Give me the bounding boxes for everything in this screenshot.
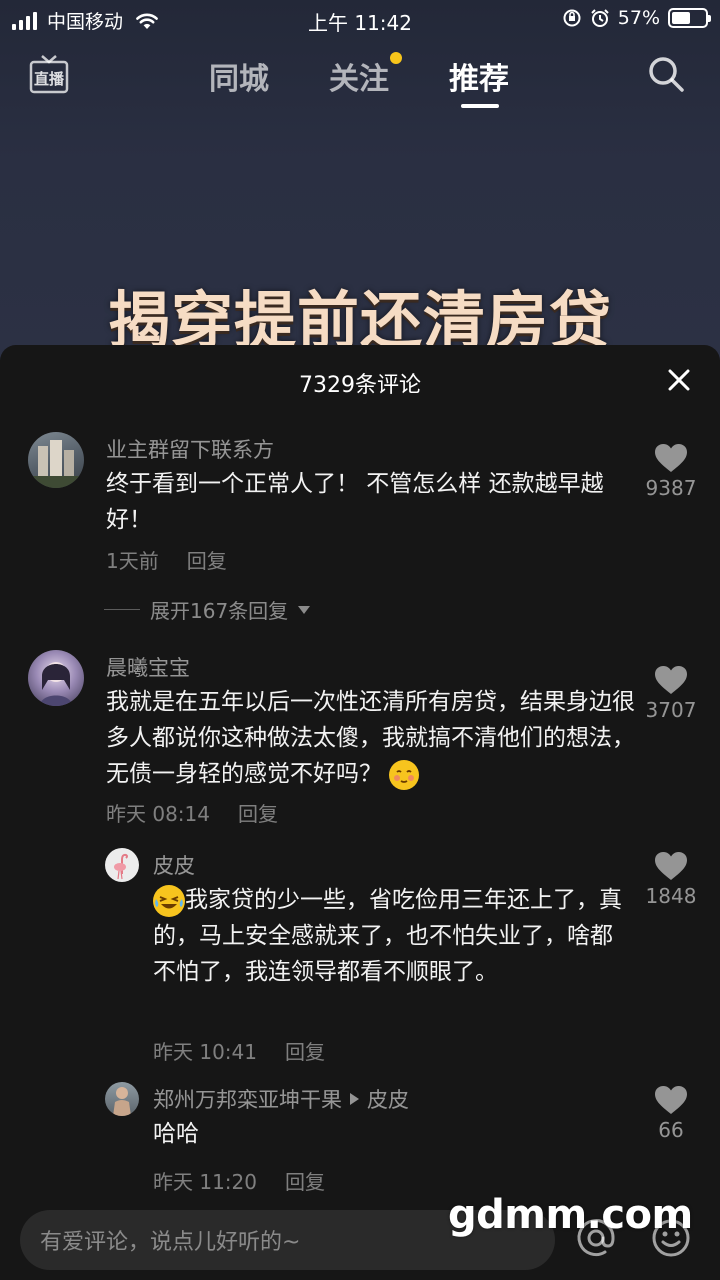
- heart-icon: [655, 1086, 687, 1114]
- avatar[interactable]: [105, 1082, 139, 1116]
- heart-icon: [655, 852, 687, 880]
- blushing-emoji-icon: [389, 759, 420, 790]
- like-count: 1848: [645, 884, 697, 908]
- like-button[interactable]: 3707: [636, 664, 706, 722]
- tab-city[interactable]: 同城: [209, 54, 269, 98]
- comment-item: 晨曦宝宝 我就是在五年以后一次性还清所有房贷，结果身边很多人都说你这种做法太傻，…: [0, 648, 720, 828]
- comment-text: 终于看到一个正常人了！ 不管怎么样 还款越早越好！: [106, 471, 604, 533]
- expand-divider: [104, 609, 140, 610]
- building-avatar-image: [28, 440, 84, 488]
- laughing-tears-emoji-icon: [153, 884, 185, 917]
- comments-panel: 7329条评论 业主群留下联系方 终于看到一个正常人了！ 不管怎么样 还款越早越…: [0, 345, 720, 1280]
- active-tab-indicator: [461, 104, 499, 108]
- girl-avatar-image: [40, 662, 72, 706]
- search-icon[interactable]: [646, 54, 686, 94]
- like-count: 66: [658, 1118, 684, 1142]
- comment-text: 我就是在五年以后一次性还清所有房贷，结果身边很多人都说你这种做法太傻，我就搞不清…: [106, 684, 636, 792]
- avatar[interactable]: [28, 650, 84, 706]
- reply-text-body: 我家贷的少一些，省吃俭用三年还上了，真的，马上安全感就来了，也不怕失业了，啥都不…: [153, 887, 622, 985]
- reply-button[interactable]: 回复: [187, 549, 227, 573]
- reply-username[interactable]: 郑州万邦栾亚坤干果: [153, 1084, 342, 1114]
- tab-recommend[interactable]: 推荐: [449, 54, 509, 98]
- battery-percent: 57%: [617, 7, 660, 29]
- avatar[interactable]: [28, 432, 84, 488]
- comment-item: 业主群留下联系方 终于看到一个正常人了！ 不管怎么样 还款越早越好！ 1天前 回复…: [0, 430, 720, 630]
- alarm-icon: [591, 9, 609, 27]
- follow-notification-dot: [390, 52, 402, 64]
- top-nav: 直播 同城 关注 推荐: [0, 48, 720, 108]
- reply-username[interactable]: 皮皮: [153, 850, 195, 880]
- rotation-lock-icon: [563, 9, 581, 27]
- reply-button[interactable]: 回复: [285, 1170, 325, 1194]
- live-label: 直播: [34, 70, 65, 88]
- like-button[interactable]: 1848: [636, 850, 706, 908]
- like-button[interactable]: 66: [636, 1084, 706, 1142]
- reply-button[interactable]: 回复: [285, 1040, 325, 1064]
- comments-header: 7329条评论: [0, 345, 720, 415]
- reply-arrow-icon: [350, 1093, 359, 1105]
- reply-item: 郑州万邦栾亚坤干果 皮皮 哈哈 昨天 11:20 回复 66: [0, 1082, 720, 1202]
- status-right: 57%: [562, 7, 711, 29]
- reply-text: 我家贷的少一些，省吃俭用三年还上了，真的，马上安全感就来了，也不怕失业了，啥都不…: [153, 882, 633, 990]
- watermark: gdmm.com: [448, 1192, 693, 1238]
- reply-time: 昨天 11:20: [153, 1170, 257, 1194]
- comment-username[interactable]: 晨曦宝宝: [106, 652, 190, 682]
- like-button[interactable]: 9387: [636, 442, 706, 500]
- live-icon[interactable]: 直播: [28, 54, 70, 96]
- reply-button[interactable]: 回复: [238, 802, 278, 826]
- reply-to-username[interactable]: 皮皮: [367, 1084, 409, 1114]
- flamingo-avatar-image: [114, 853, 128, 880]
- comment-username[interactable]: 业主群留下联系方: [106, 434, 274, 464]
- avatar[interactable]: [105, 848, 139, 882]
- heart-icon: [655, 666, 687, 694]
- comment-input-placeholder: 有爱评论，说点儿好听的~: [40, 1230, 301, 1255]
- comment-time: 1天前: [106, 549, 159, 573]
- reply-header: 郑州万邦栾亚坤干果 皮皮: [153, 1084, 409, 1114]
- comments-count-title: 7329条评论: [299, 373, 421, 398]
- reply-text: 哈哈: [153, 1121, 199, 1147]
- chevron-down-icon: [298, 605, 311, 614]
- expand-replies-label: 展开167条回复: [150, 599, 289, 623]
- reply-meta: 昨天 10:41 回复: [153, 1036, 325, 1065]
- expand-replies[interactable]: 展开167条回复: [104, 595, 311, 624]
- comment-time: 昨天 08:14: [106, 802, 210, 826]
- battery-fill: [672, 12, 691, 24]
- like-count: 3707: [645, 698, 697, 722]
- heart-icon: [655, 444, 687, 472]
- reply-time: 昨天 10:41: [153, 1040, 257, 1064]
- man-avatar-image: [113, 1087, 131, 1116]
- comment-text-body: 我就是在五年以后一次性还清所有房贷，结果身边很多人都说你这种做法太傻，我就搞不清…: [106, 689, 635, 787]
- comment-meta: 1天前 回复: [106, 545, 227, 574]
- close-icon[interactable]: [668, 369, 690, 391]
- status-bar: 中国移动 上午 11:42 57%: [0, 0, 720, 38]
- video-background[interactable]: 中国移动 上午 11:42 57% 直播 同城 关注 推荐 揭穿提前还清房贷: [0, 0, 720, 360]
- battery-icon: [668, 8, 711, 28]
- tab-follow[interactable]: 关注: [329, 54, 389, 98]
- reply-item: 皮皮 我家贷的少一些，省吃俭用三年还上了，真的，马上安全感就来了，也不怕失业了，…: [0, 848, 720, 1068]
- comment-meta: 昨天 08:14 回复: [106, 798, 278, 827]
- reply-meta: 昨天 11:20 回复: [153, 1166, 325, 1195]
- like-count: 9387: [645, 476, 697, 500]
